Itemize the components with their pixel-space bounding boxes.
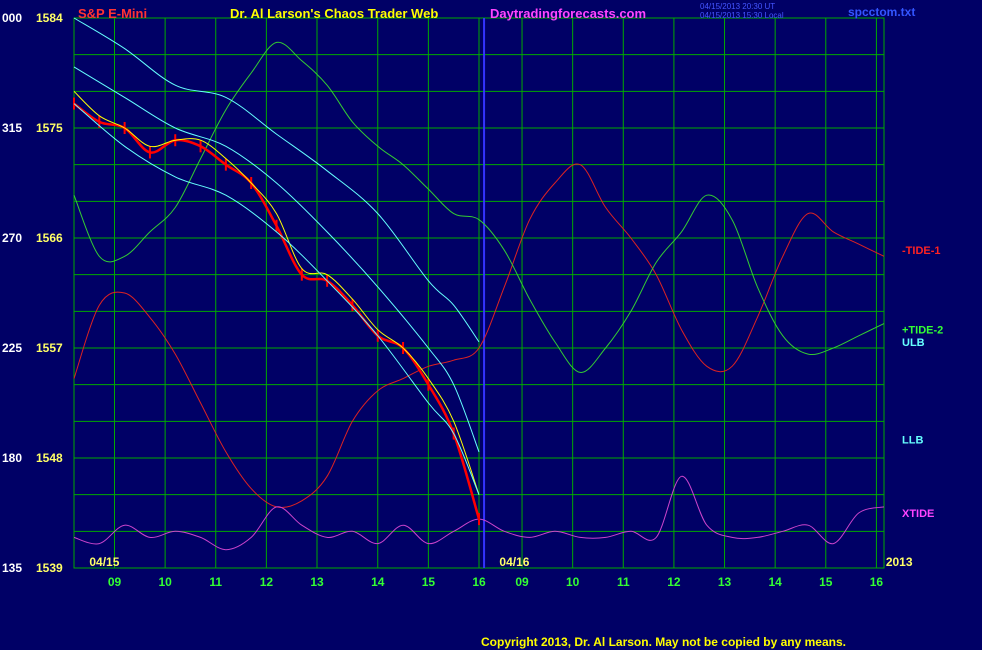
legend-label: ULB [902,337,925,349]
copyright-notice: Copyright 2013, Dr. Al Larson. May not b… [481,635,846,649]
x-axis-tick: 09 [108,575,122,589]
series-average [73,90,480,495]
x-axis-tick: 16 [870,575,884,589]
timestamp-local: 04/15/2013 15:30 Local [700,11,784,20]
x-axis-tick: 10 [566,575,580,589]
x-axis-tick: 13 [310,575,324,589]
site-link[interactable]: Daytradingforecasts.com [490,6,646,21]
x-axis-tick: 16 [472,575,486,589]
grid [73,17,885,569]
date-label: 04/16 [499,555,529,569]
series-upper-band [73,17,480,343]
x-axis-tick: 09 [515,575,529,589]
axis-labels: 000 1584 315 1575 270 1566 225 1557 180 1548 135 15… [2,11,943,589]
x-axis-tick: 13 [718,575,732,589]
y-axis-tick-price: 1557 [36,341,63,355]
x-axis-tick: 15 [422,575,436,589]
x-axis-tick: 14 [371,575,385,589]
legend-label: XTIDE [902,508,934,520]
timestamp-ut: 04/15/2013 20:30 UT [700,2,776,11]
date-label: 2013 [886,555,913,569]
symbol-label: S&P E-Mini [78,6,148,21]
chart-canvas: 000 1584 315 1575 270 1566 225 1557 180 1548 135 15… [2,11,943,589]
y-axis-tick-left: 000 [2,11,22,25]
legend-label: +TIDE-2 [902,325,943,337]
legend-label: LLB [902,435,923,447]
y-axis-tick-price: 1548 [36,451,63,465]
chart-title: Dr. Al Larson's Chaos Trader Web [230,6,439,21]
x-axis-tick: 14 [768,575,782,589]
y-axis-tick-left: 180 [2,451,22,465]
x-axis-tick: 10 [158,575,172,589]
x-axis-tick: 11 [617,575,630,589]
x-axis-tick: 12 [260,575,274,589]
x-axis-tick: 12 [667,575,681,589]
series-middle-band [73,66,480,453]
y-axis-tick-left: 225 [2,341,22,355]
y-axis-tick-left: 315 [2,121,22,135]
y-axis-tick-price: 1566 [36,231,63,245]
y-axis-tick-price: 1539 [36,561,63,575]
y-axis-tick-price: 1575 [36,121,63,135]
data-filename: spcctom.txt [848,5,916,19]
y-axis-tick-left: 135 [2,561,22,575]
x-axis-tick: 15 [819,575,833,589]
x-axis-tick: 11 [209,575,222,589]
date-label: 04/15 [89,555,119,569]
y-axis-tick-left: 270 [2,231,22,245]
legend-label: -TIDE-1 [902,245,941,257]
y-axis-tick-price: 1584 [36,11,63,25]
